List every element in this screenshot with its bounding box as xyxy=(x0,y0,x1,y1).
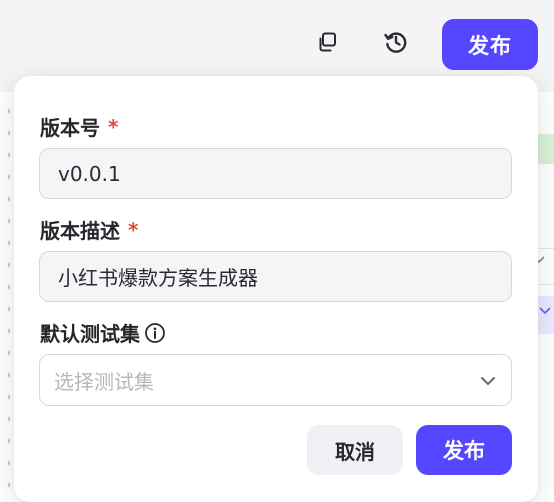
confirm-publish-button[interactable]: 发布 xyxy=(416,425,512,475)
history-icon xyxy=(383,29,409,59)
description-label-row: 版本描述 * xyxy=(40,215,138,244)
copy-button[interactable] xyxy=(309,26,345,62)
description-label: 版本描述 xyxy=(40,219,120,243)
required-mark: * xyxy=(128,217,139,242)
version-input[interactable]: v0.0.1 xyxy=(39,148,512,199)
version-label: 版本号 xyxy=(40,116,100,140)
background-dot-grid xyxy=(4,100,14,500)
test-set-placeholder: 选择测试集 xyxy=(54,369,154,394)
background-chevron-icon xyxy=(538,305,552,320)
version-label-row: 版本号 * xyxy=(40,112,118,141)
chevron-down-icon xyxy=(479,371,497,395)
cancel-button[interactable]: 取消 xyxy=(307,425,403,475)
history-button[interactable] xyxy=(378,26,414,62)
publish-button[interactable]: 发布 xyxy=(442,19,538,70)
version-value: v0.0.1 xyxy=(58,161,121,186)
required-mark: * xyxy=(108,114,119,139)
info-icon[interactable] xyxy=(144,322,166,344)
test-set-label: 默认测试集 xyxy=(40,322,140,346)
test-set-label-row: 默认测试集 xyxy=(40,318,166,347)
publish-popover: 版本号 * v0.0.1 版本描述 * 小红书爆款方案生成器 默认测试集 选择测… xyxy=(14,76,538,502)
test-set-select[interactable]: 选择测试集 xyxy=(39,354,512,406)
description-value: 小红书爆款方案生成器 xyxy=(58,266,258,290)
copy-icon xyxy=(316,31,338,57)
description-input[interactable]: 小红书爆款方案生成器 xyxy=(39,251,512,302)
